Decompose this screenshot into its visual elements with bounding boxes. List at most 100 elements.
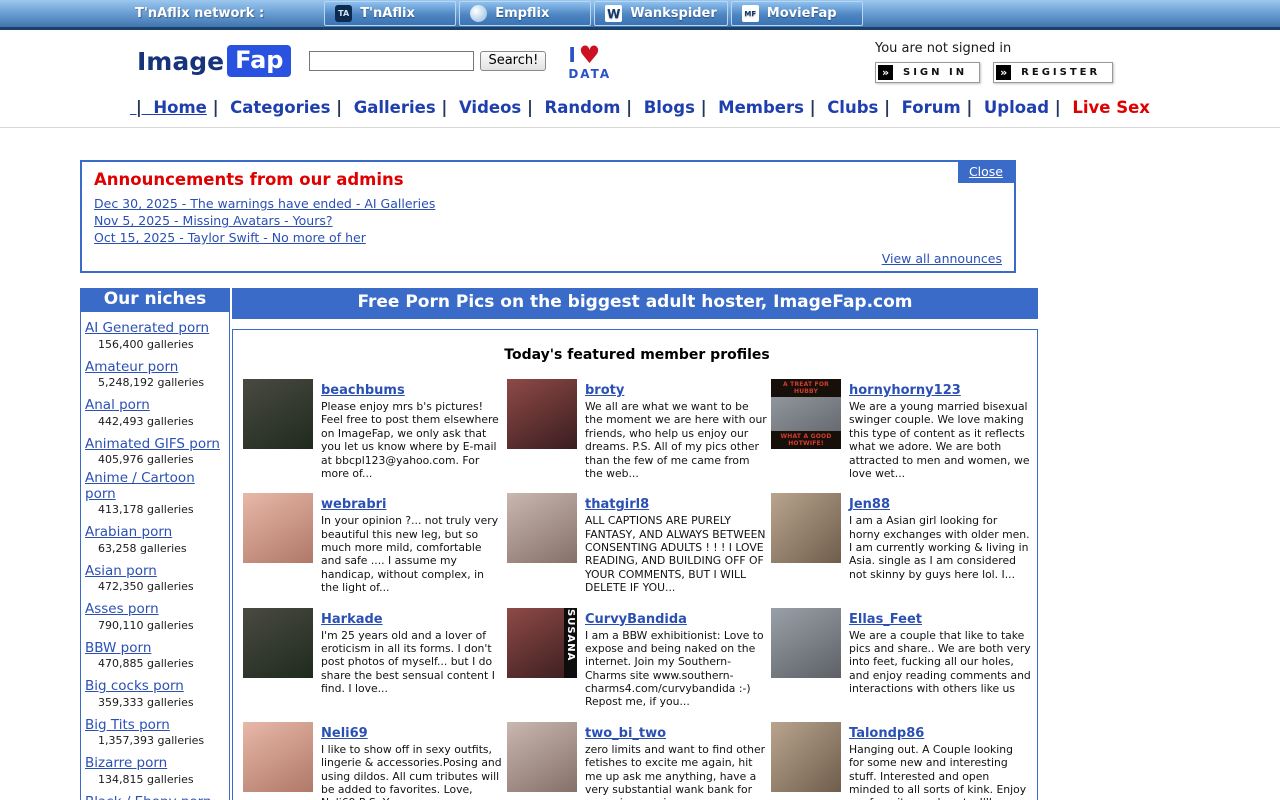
niche-link[interactable]: Animated GIFS porn	[85, 437, 220, 453]
profile-thumbnail[interactable]	[507, 722, 577, 792]
nav-link[interactable]: Forum	[878, 98, 960, 117]
nav-link[interactable]: Videos	[436, 98, 522, 117]
profile-username-link[interactable]: CurvyBandida	[585, 612, 687, 627]
network-site-icon: W	[605, 5, 622, 22]
search-form: Search!	[309, 51, 546, 71]
niche-link[interactable]: BBW porn	[85, 641, 151, 657]
profile-thumbnail[interactable]	[507, 379, 577, 449]
niche-item: Black / Ebony porn 254,325 galleries	[81, 786, 229, 800]
profile-username-link[interactable]: webrabri	[321, 497, 387, 512]
network-site-label: Empflix	[495, 6, 549, 21]
network-site-label: MovieFap	[767, 6, 837, 21]
nav-link[interactable]: Home	[130, 98, 207, 117]
profile-info: broty We all are what we want to be the …	[585, 379, 767, 480]
niche-link[interactable]: Big Tits porn	[85, 718, 170, 734]
network-bar-label: T'nAflix network :	[135, 6, 264, 21]
niche-link[interactable]: Asses porn	[85, 602, 159, 618]
nav-link[interactable]: Members	[695, 98, 804, 117]
search-input[interactable]	[309, 51, 474, 71]
profile-thumbnail[interactable]: SUSANA	[507, 608, 577, 678]
profile-thumbnail[interactable]	[243, 722, 313, 792]
nav-link[interactable]: Clubs	[804, 98, 878, 117]
view-all-announces-link[interactable]: View all announces	[882, 251, 1002, 266]
profile-thumbnail[interactable]	[243, 379, 313, 449]
network-site-icon: MF	[742, 5, 759, 22]
niche-link[interactable]: Bizarre porn	[85, 756, 167, 772]
announcement-link[interactable]: Nov 5, 2025 - Missing Avatars - Yours?	[94, 213, 333, 228]
niche-link[interactable]: Black / Ebony porn	[85, 795, 212, 800]
content-row: Our niches AI Generated porn 156,400 gal…	[80, 288, 1028, 800]
nav-link[interactable]: Live Sex	[1049, 98, 1150, 117]
featured-profiles-box: Today's featured member profiles beachbu…	[232, 329, 1038, 800]
i-love-data-logo[interactable]: I ♥ DATA	[568, 43, 611, 80]
profile-card: A TREAT FOR HUBBY WHAT A GOOD HOTWIFE! h…	[771, 379, 1031, 480]
niche-link[interactable]: Anal porn	[85, 398, 150, 414]
profile-card: Harkade I'm 25 years old and a lover of …	[243, 608, 503, 709]
profile-username-link[interactable]: Ellas_Feet	[849, 612, 922, 627]
network-site-button[interactable]: MF MovieFap	[731, 1, 863, 26]
network-site-button[interactable]: W Wankspider	[594, 1, 728, 26]
profile-description: zero limits and want to find other fetis…	[585, 743, 767, 800]
niche-item: Anime / Cartoon porn 413,178 galleries	[81, 466, 229, 516]
niche-gallery-count: 1,357,393 galleries	[85, 734, 227, 747]
niche-link[interactable]: AI Generated porn	[85, 321, 209, 337]
niche-item: Asses porn 790,110 galleries	[81, 593, 229, 632]
sign-in-button[interactable]: » SIGN IN	[875, 62, 980, 83]
nav-link[interactable]: Blogs	[620, 98, 694, 117]
profile-card: Ellas_Feet We are a couple that like to …	[771, 608, 1031, 709]
featured-profiles-title: Today's featured member profiles	[243, 347, 1031, 363]
register-button[interactable]: » REGISTER	[993, 62, 1113, 83]
nav-link[interactable]: Upload	[961, 98, 1049, 117]
profile-username-link[interactable]: beachbums	[321, 383, 405, 398]
announcements-list: Dec 30, 2025 - The warnings have ended -…	[94, 196, 1002, 245]
nav-link[interactable]: Categories	[207, 98, 331, 117]
profile-card: SUSANA CurvyBandida I am a BBW exhibitio…	[507, 608, 767, 709]
profile-username-link[interactable]: Talondp86	[849, 726, 924, 741]
announcement-link[interactable]: Dec 30, 2025 - The warnings have ended -…	[94, 196, 435, 211]
profile-description: Hanging out. A Couple looking for some n…	[849, 743, 1031, 800]
profile-username-link[interactable]: Harkade	[321, 612, 383, 627]
niche-item: Asian porn 472,350 galleries	[81, 555, 229, 594]
profile-thumbnail[interactable]	[771, 722, 841, 792]
profile-username-link[interactable]: thatgirl8	[585, 497, 649, 512]
niche-link[interactable]: Asian porn	[85, 564, 157, 580]
profile-thumbnail[interactable]	[243, 493, 313, 563]
nav-link[interactable]: Random	[521, 98, 620, 117]
announcements-title: Announcements from our admins	[94, 170, 1002, 189]
profile-username-link[interactable]: hornyhorny123	[849, 383, 961, 398]
profile-thumbnail[interactable]	[771, 493, 841, 563]
profile-card: two_bi_two zero limits and want to find …	[507, 722, 767, 800]
network-site-icon	[470, 5, 487, 22]
niche-link[interactable]: Amateur porn	[85, 360, 178, 376]
header: Image Fap Search! I ♥ DATA You are not s…	[0, 30, 1280, 92]
profile-info: beachbums Please enjoy mrs b's pictures!…	[321, 379, 503, 480]
announcements-close-button[interactable]: Close	[958, 162, 1014, 183]
niche-link[interactable]: Arabian porn	[85, 525, 172, 541]
profile-thumbnail[interactable]	[507, 493, 577, 563]
niche-gallery-count: 472,350 galleries	[85, 580, 227, 593]
niches-list: AI Generated porn 156,400 galleries Amat…	[81, 312, 229, 800]
profile-description: In your opinion ?... not truly very beau…	[321, 514, 503, 594]
announcement-link[interactable]: Oct 15, 2025 - Taylor Swift - No more of…	[94, 230, 366, 245]
profile-username-link[interactable]: broty	[585, 383, 624, 398]
niche-link[interactable]: Anime / Cartoon porn	[85, 471, 227, 502]
niche-gallery-count: 470,885 galleries	[85, 657, 227, 670]
search-button[interactable]: Search!	[480, 51, 546, 71]
page: T'nAflix network : TA T'nAflix Empflix W…	[0, 0, 1280, 800]
profile-thumbnail[interactable]: A TREAT FOR HUBBY WHAT A GOOD HOTWIFE!	[771, 379, 841, 449]
profile-thumbnail[interactable]	[771, 608, 841, 678]
nav-link[interactable]: Galleries	[330, 98, 435, 117]
network-site-button[interactable]: TA T'nAflix	[324, 1, 456, 26]
i-love-data-i: I	[568, 45, 575, 65]
profile-info: CurvyBandida I am a BBW exhibitionist: L…	[585, 608, 767, 709]
profile-thumbnail[interactable]	[243, 608, 313, 678]
network-site-button[interactable]: Empflix	[459, 1, 591, 26]
network-site-label: Wankspider	[630, 6, 717, 21]
site-logo[interactable]: Image Fap	[137, 45, 291, 77]
profile-username-link[interactable]: Jen88	[849, 497, 890, 512]
niche-link[interactable]: Big cocks porn	[85, 679, 184, 695]
profile-username-link[interactable]: Neli69	[321, 726, 368, 741]
profile-username-link[interactable]: two_bi_two	[585, 726, 666, 741]
profile-info: Jen88 I am a Asian girl looking for horn…	[849, 493, 1031, 594]
niche-item: AI Generated porn 156,400 galleries	[81, 312, 229, 351]
